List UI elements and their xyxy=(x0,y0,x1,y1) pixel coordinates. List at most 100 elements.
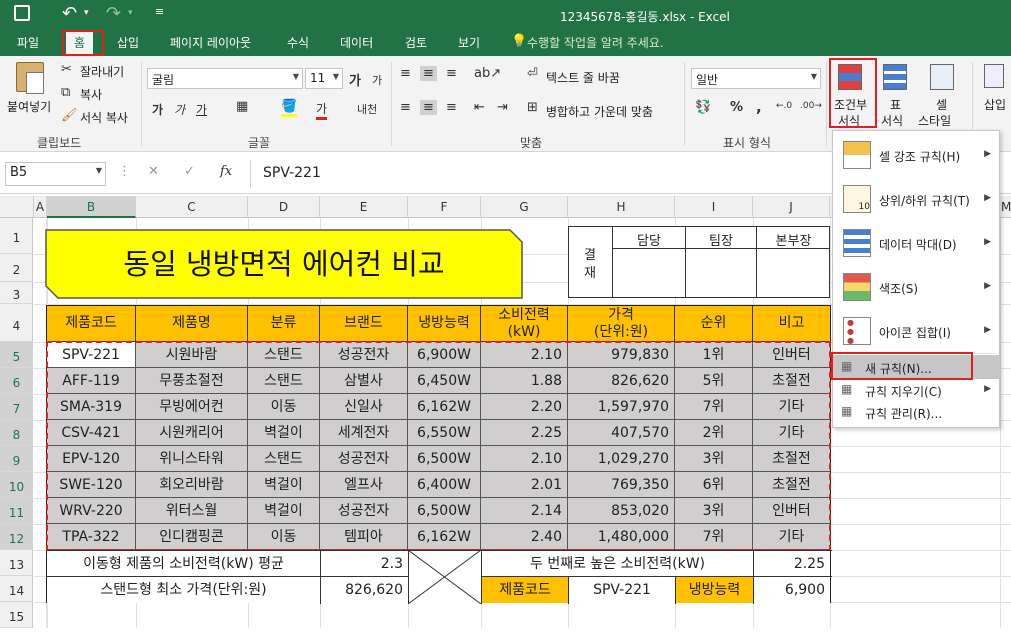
tab-review[interactable]: 검토 xyxy=(405,34,427,51)
cancel-icon[interactable]: ✕ xyxy=(148,164,159,179)
italic-button[interactable]: 가 xyxy=(174,101,185,118)
cell-styles-icon[interactable] xyxy=(930,64,954,90)
menu-item-data-bars[interactable]: 데이터 막대(D) ▶ xyxy=(833,223,999,263)
row-header[interactable]: 11 xyxy=(0,498,33,524)
summary-cap[interactable]: 6,900 xyxy=(754,577,830,603)
undo-icon[interactable]: ↶ xyxy=(62,3,77,24)
redo-dropdown-icon[interactable]: ▾ xyxy=(128,8,133,18)
copy-button[interactable]: 복사 xyxy=(80,86,102,103)
tab-file[interactable]: 파일 xyxy=(17,34,39,51)
format-table-label[interactable]: 표 xyxy=(890,96,901,113)
column-header-m[interactable]: M xyxy=(1001,196,1011,218)
phonetic-button[interactable]: 내천 xyxy=(357,101,377,117)
orientation-icon[interactable]: ab↗ xyxy=(474,66,501,81)
decrease-decimal-icon[interactable]: .00→ xyxy=(800,101,822,111)
tab-formulas[interactable]: 수식 xyxy=(287,34,309,51)
select-all-corner[interactable] xyxy=(0,196,34,218)
paste-button[interactable]: 붙여넣기 xyxy=(7,98,51,115)
percent-button[interactable]: % xyxy=(730,100,743,115)
insert-function-button[interactable]: fx xyxy=(220,164,232,179)
row-header[interactable]: 13 xyxy=(0,550,33,576)
format-painter-button[interactable]: 서식 복사 xyxy=(80,109,128,126)
summary-label[interactable]: 이동형 제품의 소비전력(kW) 평균 xyxy=(47,551,320,577)
summary-code-label[interactable]: 제품코드 xyxy=(482,577,568,603)
font-name-combo[interactable]: 굴림 ▼ xyxy=(147,68,303,89)
row-header[interactable]: 8 xyxy=(0,420,33,446)
row-header[interactable]: 1 xyxy=(0,218,33,254)
row-header[interactable]: 14 xyxy=(0,576,33,602)
grow-font-button[interactable]: 가 xyxy=(349,70,361,89)
insert-cells-label[interactable]: 삽입 xyxy=(984,96,1006,113)
customize-qat-icon[interactable]: ≡ xyxy=(155,5,164,18)
column-header-e[interactable]: E xyxy=(320,196,408,218)
column-header-h[interactable]: H xyxy=(568,196,675,218)
undo-dropdown-icon[interactable]: ▾ xyxy=(84,8,89,18)
merge-center-icon[interactable]: ⊞ xyxy=(527,100,538,115)
copy-icon[interactable]: ⧉ xyxy=(61,85,70,100)
insert-cells-icon[interactable] xyxy=(984,64,1004,88)
cut-button[interactable]: 잘라내기 xyxy=(80,63,124,80)
merge-center-button[interactable]: 병합하고 가운데 맞춤 xyxy=(546,103,653,120)
currency-icon[interactable]: 💱 xyxy=(695,100,711,115)
align-center-icon[interactable]: ≡ xyxy=(420,100,437,115)
summary-value[interactable]: 2.25 xyxy=(754,551,830,577)
column-header-b[interactable]: B xyxy=(47,196,136,218)
align-left-icon[interactable]: ≡ xyxy=(400,100,411,115)
cell-styles-label2[interactable]: 스타일 xyxy=(918,112,951,129)
row-header[interactable]: 9 xyxy=(0,446,33,472)
format-painter-icon[interactable]: 🖌 xyxy=(61,108,78,123)
row-header[interactable]: 2 xyxy=(0,254,33,282)
name-box[interactable]: B5 ▼ xyxy=(5,162,106,186)
format-table-icon[interactable] xyxy=(883,64,907,90)
row-header[interactable]: 10 xyxy=(0,472,33,498)
menu-item-clear-rules[interactable]: ▦ 규칙 지우기(C) ▶ xyxy=(833,379,999,401)
cell-styles-label[interactable]: 셀 xyxy=(936,96,947,113)
wrap-text-button[interactable]: 텍스트 줄 바꿈 xyxy=(546,69,620,86)
align-middle-icon[interactable]: ≡ xyxy=(420,66,437,81)
redo-icon[interactable]: ↷ xyxy=(106,3,121,24)
format-table-label2[interactable]: 서식 xyxy=(881,112,903,129)
summary-value[interactable]: 2.3 xyxy=(321,551,408,577)
row-header[interactable]: 12 xyxy=(0,524,33,550)
row-header[interactable]: 7 xyxy=(0,394,33,420)
tab-insert[interactable]: 삽입 xyxy=(117,34,139,51)
border-icon[interactable]: ▦ xyxy=(236,99,248,114)
shrink-font-button[interactable]: 가 xyxy=(372,72,382,88)
increase-decimal-icon[interactable]: ←.0 xyxy=(776,101,792,111)
tab-page-layout[interactable]: 페이지 레이아웃 xyxy=(170,34,251,51)
menu-item-color-scales[interactable]: 색조(S) ▶ xyxy=(833,267,999,307)
column-header-i[interactable]: I xyxy=(675,196,753,218)
cut-icon[interactable]: ✂ xyxy=(61,62,72,77)
tab-view[interactable]: 보기 xyxy=(458,34,480,51)
wrap-text-icon[interactable]: ⏎ xyxy=(527,66,538,81)
tab-data[interactable]: 데이터 xyxy=(340,34,373,51)
underline-button[interactable]: 가 xyxy=(196,101,207,118)
font-size-combo[interactable]: 11 ▼ xyxy=(305,68,343,89)
align-right-icon[interactable]: ≡ xyxy=(446,100,457,115)
menu-item-highlight-rules[interactable]: 셀 강조 규칙(H) ▶ xyxy=(833,135,999,175)
font-color-button[interactable]: 가 xyxy=(316,100,328,120)
summary-value[interactable]: 826,620 xyxy=(321,577,408,603)
fill-color-icon[interactable]: 🪣 xyxy=(281,99,298,117)
column-header-c[interactable]: C xyxy=(136,196,248,218)
number-format-combo[interactable]: 일반 ▼ xyxy=(691,68,821,89)
comma-button[interactable]: , xyxy=(756,98,762,116)
increase-indent-icon[interactable]: ⇥ xyxy=(497,100,508,115)
menu-item-manage-rules[interactable]: ▦ 규칙 관리(R)... xyxy=(833,401,999,423)
align-bottom-icon[interactable]: ≡ xyxy=(446,66,457,81)
column-header-j[interactable]: J xyxy=(753,196,830,218)
column-header-d[interactable]: D xyxy=(248,196,320,218)
align-top-icon[interactable]: ≡ xyxy=(400,66,411,81)
tell-me-box[interactable]: 수행할 작업을 알려 주세요. xyxy=(527,34,664,51)
decrease-indent-icon[interactable]: ⇤ xyxy=(474,100,485,115)
menu-item-top-bottom-rules[interactable]: 10 상위/하위 규칙(T) ▶ xyxy=(833,179,999,219)
save-icon[interactable] xyxy=(14,5,30,21)
bold-button[interactable]: 가 xyxy=(152,101,163,118)
row-header[interactable]: 6 xyxy=(0,368,33,394)
column-header-f[interactable]: F xyxy=(408,196,481,218)
summary-code[interactable]: SPV-221 xyxy=(569,577,675,603)
column-header-a[interactable]: A xyxy=(34,196,47,218)
menu-item-icon-sets[interactable]: ● ● ● 아이콘 집합(I) ▶ xyxy=(833,311,999,351)
summary-label[interactable]: 두 번째로 높은 소비전력(kW) xyxy=(482,551,753,577)
enter-icon[interactable]: ✓ xyxy=(184,164,195,179)
